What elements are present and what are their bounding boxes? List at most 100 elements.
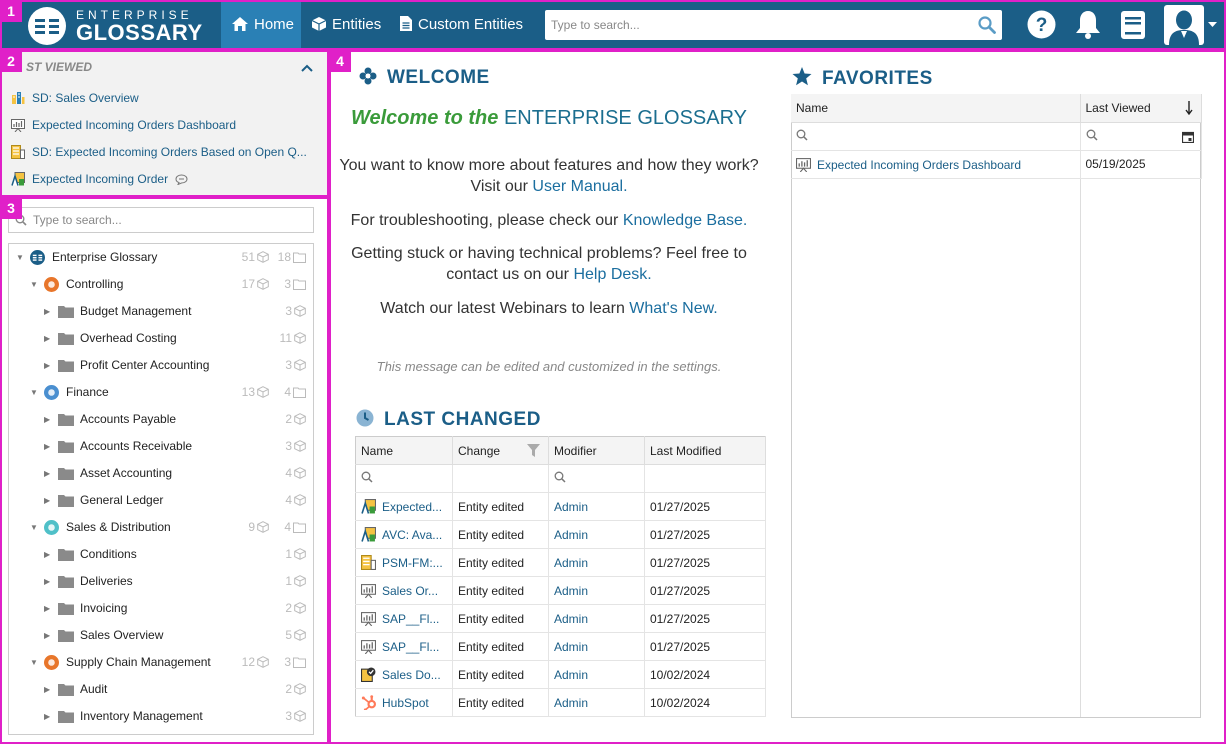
filter-cell-last-modified[interactable] [644, 464, 766, 493]
fav-col-header-last-viewed[interactable]: Last Viewed [1080, 94, 1202, 123]
modifier-link[interactable]: Admin [554, 500, 588, 514]
caret-down-icon[interactable]: ▼ [30, 379, 38, 406]
collapse-chevron-up-icon[interactable] [301, 64, 313, 72]
caret-right-icon[interactable]: ▶ [44, 595, 50, 622]
col-header-name[interactable]: Name [355, 436, 453, 465]
filter-cell-modifier[interactable] [548, 464, 645, 493]
tree-node[interactable]: ▶ General Ledger 4 [9, 487, 313, 514]
col-header-modifier[interactable]: Modifier [548, 436, 645, 465]
sort-arrow-down-icon[interactable] [1184, 101, 1193, 115]
modifier-link[interactable]: Admin [554, 528, 588, 542]
last-viewed-item[interactable]: Expected Incoming Order [11, 170, 188, 188]
table-row[interactable]: AVC: Ava... Entity edited Admin 01/27/2025 [355, 520, 766, 549]
table-row[interactable]: SAP__Fl... Entity edited Admin 01/27/2025 [355, 604, 766, 633]
tree-node[interactable]: ▶ Inventory Management 3 [9, 703, 313, 730]
search-icon[interactable] [978, 16, 996, 34]
table-row[interactable]: Expected... Entity edited Admin 01/27/2025 [355, 492, 766, 521]
tab-home[interactable]: Home [221, 0, 301, 50]
tree-node[interactable]: ▶ Budget Management 3 [9, 298, 313, 325]
caret-right-icon[interactable]: ▶ [44, 433, 50, 460]
user-avatar[interactable] [1164, 5, 1204, 45]
fav-filter-cell-last-viewed[interactable] [1080, 122, 1202, 151]
tree-node[interactable]: ▶ Accounts Receivable 3 [9, 433, 313, 460]
fav-cell-name: Expected Incoming Orders Dashboard [791, 150, 1081, 179]
modifier-link[interactable]: Admin [554, 556, 588, 570]
caret-right-icon[interactable]: ▶ [44, 622, 50, 649]
table-row[interactable]: SAP__Fl... Entity edited Admin 01/27/2025 [355, 632, 766, 661]
modifier-link[interactable]: Admin [554, 668, 588, 682]
favorite-row[interactable]: Expected Incoming Orders Dashboard 05/19/… [791, 150, 1202, 179]
table-row[interactable]: PSM-FM:... Entity edited Admin 01/27/2025 [355, 548, 766, 577]
filter-funnel-icon[interactable] [527, 444, 540, 457]
caret-right-icon[interactable]: ▶ [44, 568, 50, 595]
tab-entities[interactable]: Entities [301, 0, 389, 50]
table-row[interactable]: Sales Or... Entity edited Admin 01/27/2025 [355, 576, 766, 605]
caret-right-icon[interactable]: ▶ [44, 676, 50, 703]
fav-filter-cell-name[interactable] [791, 122, 1081, 151]
tree-node[interactable]: ▶ Conditions 1 [9, 541, 313, 568]
tree-node[interactable]: ▶ Invoicing 2 [9, 595, 313, 622]
last-viewed-item[interactable]: SD: Expected Incoming Orders Based on Op… [11, 143, 307, 161]
col-header-change[interactable]: Change [452, 436, 549, 465]
filter-cell-change[interactable] [452, 464, 549, 493]
caret-right-icon[interactable]: ▶ [44, 703, 50, 730]
caret-down-icon[interactable]: ▼ [30, 271, 38, 298]
filter-cell-name[interactable] [355, 464, 453, 493]
fav-col-header-name[interactable]: Name [791, 94, 1081, 123]
tab-custom-entities[interactable]: Custom Entities [389, 0, 533, 50]
table-report-icon [11, 145, 25, 159]
entity-link[interactable]: Sales Or... [382, 584, 438, 598]
enterprise-glossary-logo[interactable]: ENTERPRISE GLOSSARY [28, 5, 202, 45]
global-search-input[interactable] [545, 10, 965, 40]
tree-node[interactable]: ▼ Enterprise Glossary 18 51 [9, 244, 313, 271]
tree-node[interactable]: ▶ Audit 2 [9, 676, 313, 703]
modifier-link[interactable]: Admin [554, 584, 588, 598]
table-row[interactable]: Sales Do... Entity edited Admin 10/02/2024 [355, 660, 766, 689]
entity-link[interactable]: AVC: Ava... [382, 528, 442, 542]
tree-node[interactable]: ▶ Overhead Costing 11 [9, 325, 313, 352]
caret-right-icon[interactable]: ▶ [44, 298, 50, 325]
entity-link[interactable]: HubSpot [382, 696, 429, 710]
help-icon[interactable]: ? [1027, 10, 1056, 39]
caret-right-icon[interactable]: ▶ [44, 460, 50, 487]
manual-book-icon[interactable] [1120, 10, 1146, 40]
modifier-link[interactable]: Admin [554, 612, 588, 626]
col-header-last-modified[interactable]: Last Modified [644, 436, 766, 465]
caret-right-icon[interactable]: ▶ [44, 325, 50, 352]
user-menu-chevron-down-icon[interactable] [1208, 22, 1217, 28]
caret-right-icon[interactable]: ▶ [44, 487, 50, 514]
tree-node[interactable]: ▶ Asset Accounting 4 [9, 460, 313, 487]
last-viewed-item[interactable]: SD: Sales Overview [11, 89, 139, 107]
calendar-icon[interactable] [1181, 131, 1194, 143]
last-viewed-item[interactable]: Expected Incoming Orders Dashboard [11, 116, 236, 134]
favorite-link[interactable]: Expected Incoming Orders Dashboard [817, 158, 1021, 172]
knowledge-base-link[interactable]: Knowledge Base. [623, 212, 748, 229]
modifier-link[interactable]: Admin [554, 696, 588, 710]
tree-node[interactable]: ▼ Sales & Distribution 4 9 [9, 514, 313, 541]
tree-node[interactable]: ▶ Sales Overview 5 [9, 622, 313, 649]
tree-node[interactable]: ▶ Accounts Payable 2 [9, 406, 313, 433]
caret-right-icon[interactable]: ▶ [44, 406, 50, 433]
entity-link[interactable]: SAP__Fl... [382, 640, 439, 654]
caret-down-icon[interactable]: ▼ [30, 649, 38, 676]
entity-link[interactable]: SAP__Fl... [382, 612, 439, 626]
help-desk-link[interactable]: Help Desk. [573, 266, 651, 283]
tree-node[interactable]: ▼ Supply Chain Management 3 12 [9, 649, 313, 676]
table-row[interactable]: HubSpot Entity edited Admin 10/02/2024 [355, 688, 766, 717]
caret-down-icon[interactable]: ▼ [30, 514, 38, 541]
entity-link[interactable]: PSM-FM:... [382, 556, 443, 570]
notification-bell-icon[interactable] [1075, 10, 1101, 39]
tree-search-input[interactable] [9, 208, 289, 232]
whats-new-link[interactable]: What's New. [629, 300, 717, 317]
entity-link[interactable]: Sales Do... [382, 668, 441, 682]
entity-link[interactable]: Expected... [382, 500, 442, 514]
caret-down-icon[interactable]: ▼ [16, 244, 24, 271]
tree-node[interactable]: ▼ Controlling 3 17 [9, 271, 313, 298]
modifier-link[interactable]: Admin [554, 640, 588, 654]
caret-right-icon[interactable]: ▶ [44, 352, 50, 379]
user-manual-link[interactable]: User Manual. [532, 178, 627, 195]
tree-node[interactable]: ▶ Deliveries 1 [9, 568, 313, 595]
tree-node[interactable]: ▶ Profit Center Accounting 3 [9, 352, 313, 379]
tree-node[interactable]: ▼ Finance 4 13 [9, 379, 313, 406]
caret-right-icon[interactable]: ▶ [44, 541, 50, 568]
